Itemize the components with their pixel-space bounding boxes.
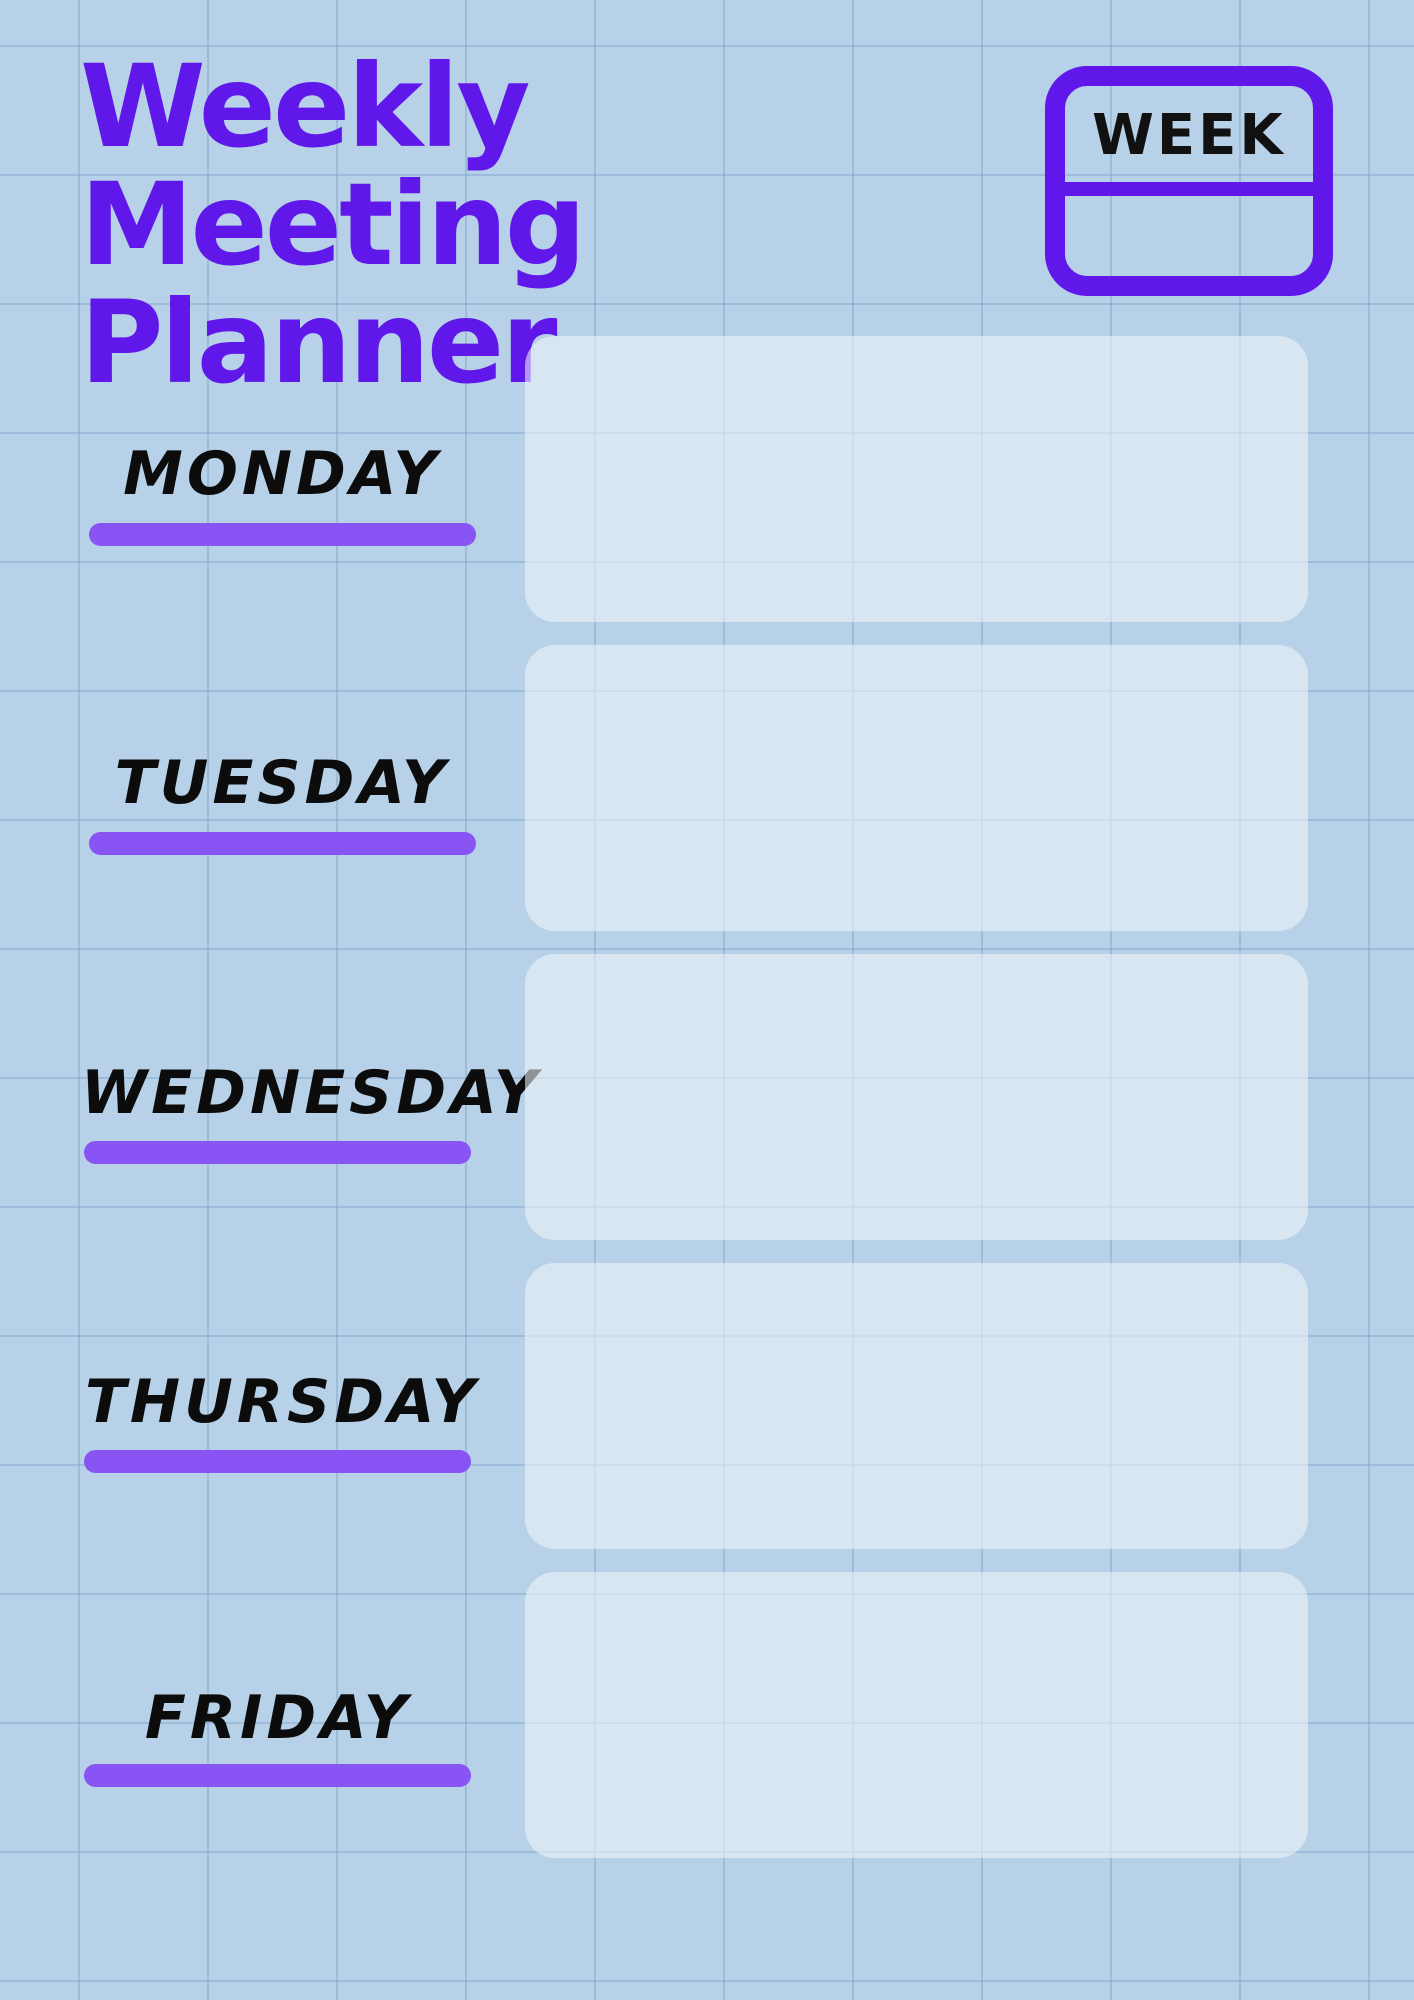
day-label-thursday: THURSDAY (84, 1367, 480, 1437)
day-label-friday: FRIDAY (144, 1683, 412, 1753)
day-underline-tuesday (89, 832, 476, 855)
notes-box-tuesday[interactable] (525, 645, 1308, 931)
day-underline-friday (84, 1764, 471, 1787)
day-underline-thursday (84, 1450, 471, 1473)
day-label-tuesday: TUESDAY (114, 748, 450, 818)
week-divider (1065, 182, 1313, 196)
week-box: WEEK (1045, 66, 1333, 296)
notes-box-wednesday[interactable] (525, 954, 1308, 1240)
notes-box-thursday[interactable] (525, 1263, 1308, 1549)
day-underline-wednesday (84, 1141, 471, 1164)
notes-box-friday[interactable] (525, 1572, 1308, 1858)
week-label: WEEK (1092, 103, 1286, 168)
notes-box-monday[interactable] (525, 336, 1308, 622)
day-label-wednesday: WEDNESDAY (81, 1058, 542, 1128)
week-number-field[interactable] (1065, 202, 1313, 276)
day-label-monday: MONDAY (123, 439, 441, 509)
day-underline-monday (89, 523, 476, 546)
